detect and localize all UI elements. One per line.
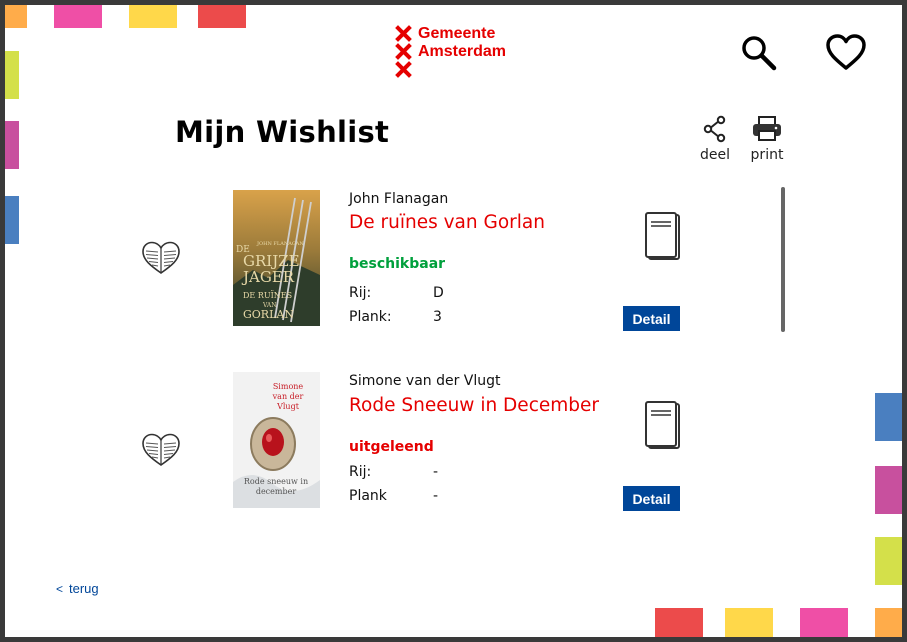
page-title: Mijn Wishlist bbox=[175, 115, 390, 149]
logo-text: Gemeente Amsterdam bbox=[418, 25, 506, 61]
decor-block bbox=[875, 466, 902, 514]
printer-icon bbox=[753, 116, 781, 141]
chevron-left-icon: < bbox=[56, 582, 64, 596]
decor-block bbox=[5, 121, 19, 169]
wishlist-item: Simone van der Vlugt Rode sneeuw in dece… bbox=[135, 367, 695, 517]
book-cover[interactable]: Simone van der Vlugt Rode sneeuw in dece… bbox=[233, 372, 320, 508]
book-heart-icon bbox=[142, 241, 180, 274]
book-cover[interactable]: JOHN FLANAGAN DE GRIJZE JAGER DE RUÏNES … bbox=[233, 190, 320, 326]
cover-author: Simone bbox=[273, 382, 304, 391]
heart-icon bbox=[826, 34, 866, 70]
decor-block bbox=[725, 608, 773, 637]
book-title-link[interactable]: De ruïnes van Gorlan bbox=[349, 212, 545, 233]
book-cover-image: Simone van der Vlugt Rode sneeuw in dece… bbox=[233, 372, 320, 508]
book-format-icon bbox=[643, 400, 683, 457]
logo-line-1: Gemeente bbox=[418, 25, 496, 42]
detail-button[interactable]: Detail bbox=[623, 486, 680, 511]
decor-block bbox=[875, 537, 902, 585]
share-icon bbox=[703, 115, 726, 143]
shelf-value: 3 bbox=[433, 309, 442, 325]
decor-block bbox=[5, 196, 19, 244]
decor-block bbox=[54, 5, 102, 28]
cover-title: DE RUÏNES bbox=[243, 291, 292, 300]
shelf-label: Plank bbox=[349, 488, 387, 504]
cover-author: Vlugt bbox=[276, 402, 300, 411]
share-label: deel bbox=[699, 147, 730, 163]
book-icon bbox=[645, 401, 680, 449]
cover-title: december bbox=[256, 487, 297, 496]
search-icon bbox=[742, 36, 777, 71]
cover-series: JAGER bbox=[241, 268, 295, 286]
decor-block bbox=[5, 5, 27, 28]
availability-status: uitgeleend bbox=[349, 439, 434, 455]
decor-block bbox=[5, 51, 19, 99]
decor-block bbox=[800, 608, 848, 637]
book-author: John Flanagan bbox=[349, 191, 449, 207]
decor-block bbox=[875, 608, 902, 637]
amsterdam-crosses-icon bbox=[395, 25, 412, 78]
availability-status: beschikbaar bbox=[349, 256, 446, 272]
logo-line-2: Amsterdam bbox=[418, 43, 507, 60]
print-label: print bbox=[750, 147, 784, 163]
book-cover-image: JOHN FLANAGAN DE GRIJZE JAGER DE RUÏNES … bbox=[233, 190, 320, 326]
shelf-value: - bbox=[433, 488, 439, 504]
detail-button[interactable]: Detail bbox=[623, 306, 680, 331]
cover-title: Rode sneeuw in bbox=[244, 477, 308, 486]
screen: Gemeente Amsterdam Mijn Wishlist deel pr… bbox=[0, 0, 907, 642]
book-icon bbox=[645, 212, 680, 260]
cover-author: van der bbox=[272, 392, 304, 401]
book-author: Simone van der Vlugt bbox=[349, 373, 501, 389]
remove-favorite-button[interactable] bbox=[140, 240, 182, 281]
search-button[interactable] bbox=[739, 33, 779, 78]
row-label: Rij: bbox=[349, 285, 372, 301]
scrollbar[interactable] bbox=[781, 187, 785, 332]
decor-block bbox=[655, 608, 703, 637]
back-label: terug bbox=[69, 581, 99, 596]
cover-title: GORLAN bbox=[243, 308, 294, 321]
back-link[interactable]: < terug bbox=[56, 581, 99, 596]
print-button[interactable]: print bbox=[745, 115, 789, 163]
wishlist-page: Gemeente Amsterdam Mijn Wishlist deel pr… bbox=[5, 5, 902, 637]
decor-block bbox=[875, 393, 902, 441]
row-label: Rij: bbox=[349, 464, 372, 480]
row-value: - bbox=[433, 464, 439, 480]
decor-block bbox=[198, 5, 246, 28]
remove-favorite-button[interactable] bbox=[140, 432, 182, 473]
book-heart-icon bbox=[142, 433, 180, 466]
book-title-link[interactable]: Rode Sneeuw in December bbox=[349, 395, 599, 416]
shelf-label: Plank: bbox=[349, 309, 392, 325]
wishlist-item: JOHN FLANAGAN DE GRIJZE JAGER DE RUÏNES … bbox=[135, 185, 695, 335]
row-value: D bbox=[433, 285, 444, 301]
decor-block bbox=[129, 5, 177, 28]
favorites-button[interactable] bbox=[825, 33, 867, 78]
cover-author: JOHN FLANAGAN bbox=[256, 241, 304, 247]
share-button[interactable]: deel bbox=[693, 115, 737, 163]
book-format-icon bbox=[643, 211, 683, 268]
